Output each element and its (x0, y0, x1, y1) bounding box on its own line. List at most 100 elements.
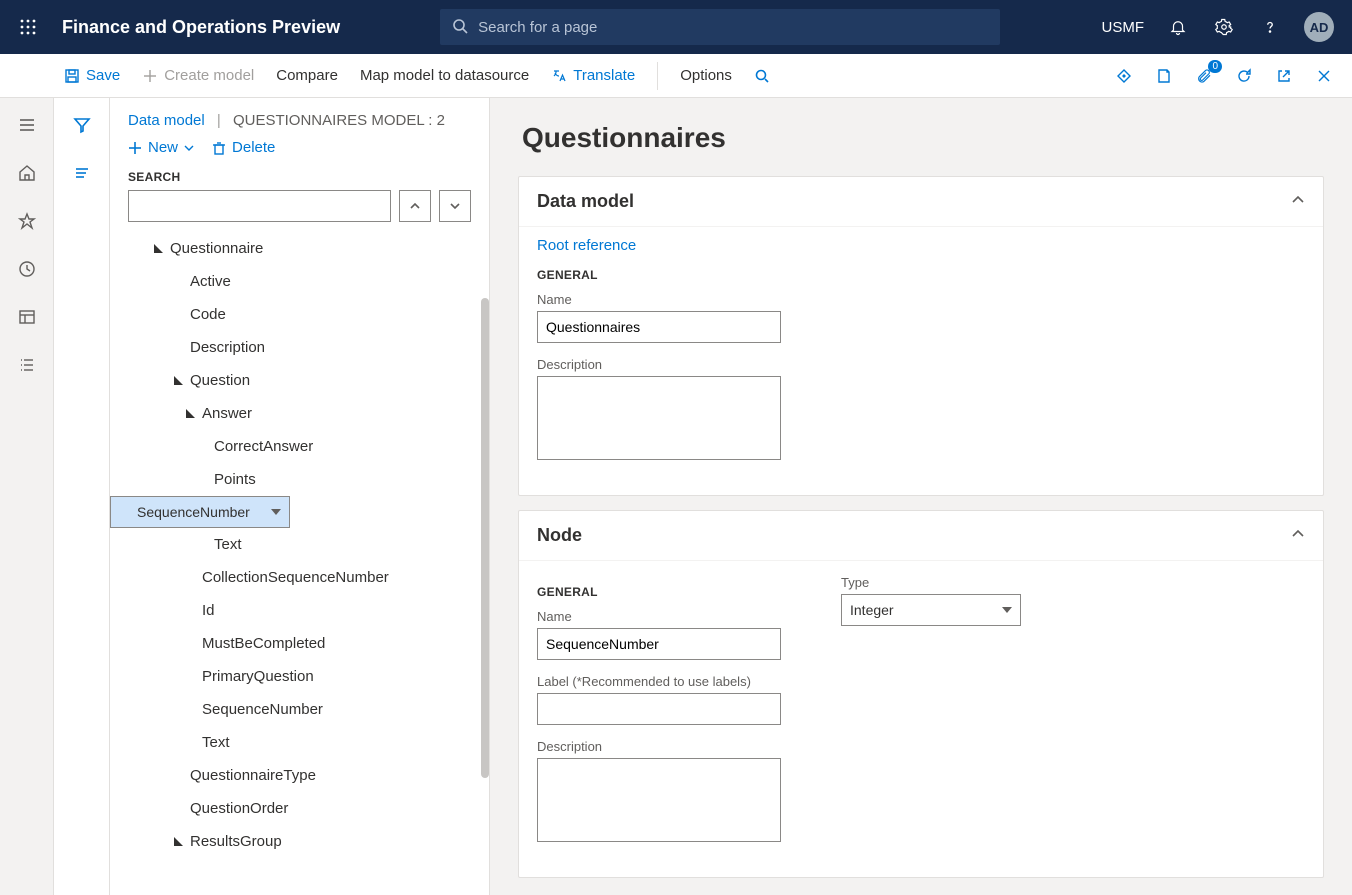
tree-node-label: Active (190, 273, 231, 290)
caret-icon (172, 837, 186, 846)
home-icon[interactable] (16, 162, 38, 184)
description-label: Description (537, 739, 781, 754)
breadcrumb-root[interactable]: Data model (128, 112, 205, 129)
search-up-button[interactable] (399, 190, 431, 222)
search-icon (452, 18, 468, 37)
save-button[interactable]: Save (64, 67, 120, 84)
options-button[interactable]: Options (680, 67, 732, 84)
compare-button[interactable]: Compare (276, 67, 338, 84)
workspace-icon[interactable] (16, 306, 38, 328)
global-search-input[interactable] (478, 19, 988, 36)
tree-node[interactable]: MustBeCompleted (110, 627, 489, 660)
filter-icon[interactable] (71, 114, 93, 136)
find-button[interactable] (754, 68, 770, 84)
refresh-icon[interactable] (1234, 66, 1254, 86)
map-model-button[interactable]: Map model to datasource (360, 67, 529, 84)
tree-node[interactable]: Question (110, 364, 489, 397)
breadcrumb-current: QUESTIONNAIRES MODEL : 2 (233, 112, 445, 129)
tree-view[interactable]: Questionnaire Active Code Description Questi… (110, 232, 489, 895)
tree-node-label: MustBeCompleted (202, 635, 325, 652)
tree-node[interactable]: PrimaryQuestion (110, 660, 489, 693)
tree-node-label: QuestionnaireType (190, 767, 316, 784)
root-reference-link[interactable]: Root reference (537, 237, 636, 254)
tree-node-label: SequenceNumber (137, 504, 250, 520)
scrollbar[interactable] (481, 298, 489, 778)
tree-node-label: Question (190, 372, 250, 389)
tree-node[interactable]: Active (110, 265, 489, 298)
modules-icon[interactable] (16, 354, 38, 376)
chevron-down-icon (184, 143, 194, 153)
tree-node[interactable]: Description (110, 331, 489, 364)
general-label: GENERAL (537, 585, 781, 599)
chevron-up-icon[interactable] (1291, 525, 1305, 546)
caret-icon (152, 244, 166, 253)
tree-node-label: Description (190, 339, 265, 356)
tree-node-label: QuestionOrder (190, 800, 288, 817)
book-icon[interactable] (1154, 66, 1174, 86)
pin-icon[interactable] (1114, 66, 1134, 86)
tree-node[interactable]: ResultsGroup (110, 825, 489, 858)
name-label: Name (537, 292, 1305, 307)
node-label-input[interactable] (537, 693, 781, 725)
search-down-button[interactable] (439, 190, 471, 222)
delete-button[interactable]: Delete (212, 139, 275, 156)
card-title: Data model (537, 191, 634, 212)
create-model-button: Create model (142, 67, 254, 84)
node-type-select[interactable]: Integer (841, 594, 1021, 626)
description-label: Description (537, 357, 1305, 372)
tree-node-label: Id (202, 602, 215, 619)
tree-node[interactable]: SequenceNumber (110, 693, 489, 726)
lines-icon[interactable] (71, 162, 93, 184)
close-icon[interactable] (1314, 66, 1334, 86)
tree-node-label: CollectionSequenceNumber (202, 569, 389, 586)
tree-node[interactable]: Text (110, 726, 489, 759)
node-description-input[interactable] (537, 758, 781, 842)
node-name-input[interactable] (537, 628, 781, 660)
hamburger-icon[interactable] (16, 114, 38, 136)
top-nav-bar: Finance and Operations Preview USMF AD (0, 0, 1352, 54)
popout-icon[interactable] (1274, 66, 1294, 86)
tree-node-label: Text (214, 536, 242, 553)
tree-node-label: Points (214, 471, 256, 488)
tree-node[interactable]: Answer (110, 397, 489, 430)
tree-node[interactable]: Text (110, 528, 489, 561)
recent-icon[interactable] (16, 258, 38, 280)
gear-icon[interactable] (1212, 15, 1236, 39)
tree-node[interactable]: CorrectAnswer (110, 430, 489, 463)
detail-pane: || Questionnaires Data model Root refere… (490, 98, 1352, 895)
node-card: Node GENERAL Name Label (*Recommended to… (518, 510, 1324, 878)
translate-button[interactable]: Translate (551, 67, 635, 84)
tree-node-label: Code (190, 306, 226, 323)
tree-node[interactable]: Points (110, 463, 489, 496)
caret-icon (172, 376, 186, 385)
tree-node[interactable]: Id (110, 594, 489, 627)
attachment-icon[interactable]: 0 (1194, 66, 1214, 86)
general-label: GENERAL (537, 268, 1305, 282)
tree-search-input[interactable] (128, 190, 391, 222)
tree-node[interactable]: Code (110, 298, 489, 331)
tree-node[interactable]: CollectionSequenceNumber (110, 561, 489, 594)
tree-node-label: Answer (202, 405, 252, 422)
bell-icon[interactable] (1166, 15, 1190, 39)
tree-panel: Data model | QUESTIONNAIRES MODEL : 2 Ne… (110, 98, 490, 895)
tree-node[interactable]: Questionnaire (110, 232, 489, 265)
separator (657, 62, 658, 90)
tree-node[interactable]: QuestionOrder (110, 792, 489, 825)
left-rail (0, 98, 54, 895)
global-search[interactable] (440, 9, 1000, 45)
breadcrumb: Data model | QUESTIONNAIRES MODEL : 2 (110, 98, 489, 139)
page-title: Questionnaires (522, 122, 1324, 154)
tree-node[interactable]: QuestionnaireType (110, 759, 489, 792)
user-avatar[interactable]: AD (1304, 12, 1334, 42)
company-selector[interactable]: USMF (1102, 19, 1145, 36)
help-icon[interactable] (1258, 15, 1282, 39)
new-button[interactable]: New (128, 139, 194, 156)
datamodel-name-input[interactable] (537, 311, 781, 343)
filter-rail (54, 98, 110, 895)
tree-node[interactable]: SequenceNumber (110, 496, 290, 528)
chevron-up-icon[interactable] (1291, 191, 1305, 212)
star-icon[interactable] (16, 210, 38, 232)
app-launcher-icon[interactable] (10, 9, 46, 45)
datamodel-description-input[interactable] (537, 376, 781, 460)
tree-node-label: ResultsGroup (190, 833, 282, 850)
